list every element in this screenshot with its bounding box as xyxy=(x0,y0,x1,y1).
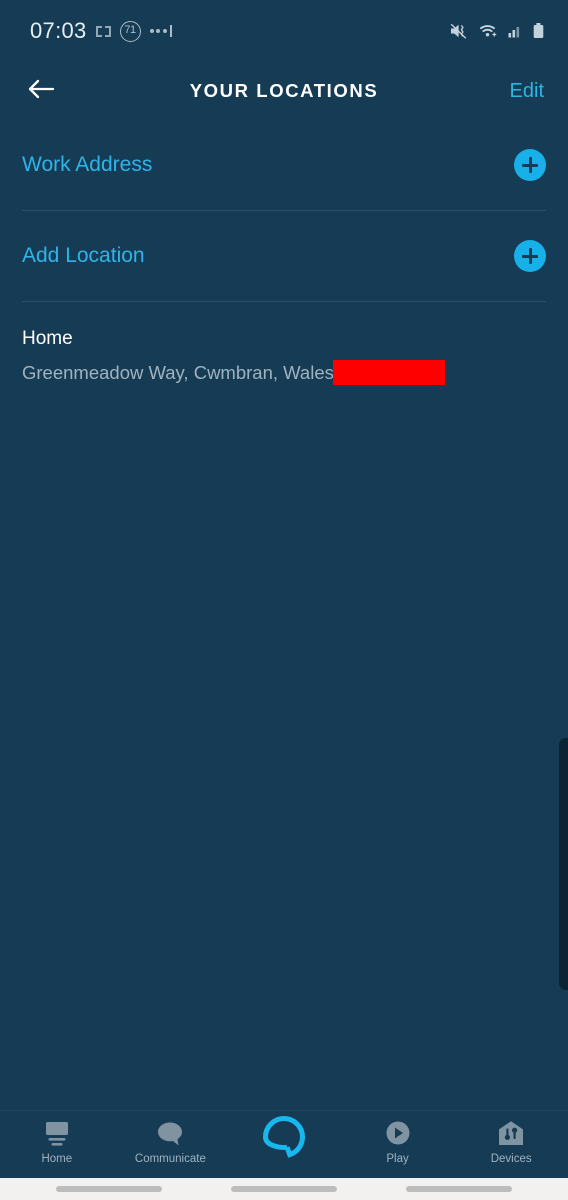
status-clock: 07:03 xyxy=(30,18,87,43)
gesture-pill-back[interactable] xyxy=(56,1186,163,1192)
saved-location-address: Greenmeadow Way, Cwmbran, Wales xyxy=(22,361,334,383)
alexa-ring-icon xyxy=(262,1115,306,1159)
smart-home-icon xyxy=(497,1119,525,1149)
play-circle-icon xyxy=(384,1119,412,1149)
echo-show-icon xyxy=(42,1119,72,1149)
nav-item-label: Devices xyxy=(490,1153,532,1165)
system-gesture-bar xyxy=(0,1178,568,1200)
add-work-address-button[interactable] xyxy=(514,149,546,181)
back-arrow-icon xyxy=(27,77,55,106)
location-row-add-location[interactable]: Add Location xyxy=(0,211,568,301)
bottom-navigation-bar: Home Communicate Play Devices xyxy=(0,1110,568,1178)
more-dots-icon xyxy=(149,25,172,37)
nav-item-label: Communicate xyxy=(134,1153,206,1165)
nav-item-play[interactable]: Play xyxy=(341,1119,455,1165)
cellular-signal-icon xyxy=(508,24,523,38)
location-row-work-address[interactable]: Work Address xyxy=(0,120,568,210)
app-screen: 07:03 71 YOUR LOCATIONS Edit Work Addres… xyxy=(0,0,568,1200)
nav-item-home[interactable]: Home xyxy=(0,1119,114,1165)
status-bar-right xyxy=(450,23,544,39)
speech-bubble-icon xyxy=(156,1119,184,1149)
status-bar-left: 07:03 71 xyxy=(30,18,172,44)
locations-list: Work Address Add Location Home Greenmead… xyxy=(0,120,568,1110)
status-bar: 07:03 71 xyxy=(0,0,568,62)
saved-location-address-row: Greenmeadow Way, Cwmbran, Wales xyxy=(22,360,546,385)
mute-vibrate-icon xyxy=(450,23,469,39)
page-title: YOUR LOCATIONS xyxy=(189,80,379,101)
add-location-button[interactable] xyxy=(514,240,546,272)
title-bar: YOUR LOCATIONS Edit xyxy=(0,62,568,120)
saved-location-home[interactable]: Home Greenmeadow Way, Cwmbran, Wales xyxy=(0,302,568,385)
nav-item-devices[interactable]: Devices xyxy=(454,1119,568,1165)
back-button[interactable] xyxy=(18,68,64,114)
redaction-box xyxy=(332,360,445,385)
gesture-pill-home[interactable] xyxy=(230,1186,337,1192)
saved-location-name: Home xyxy=(22,328,73,349)
battery-icon xyxy=(533,23,544,39)
edge-scroll-handle[interactable] xyxy=(559,738,568,990)
location-row-label: Work Address xyxy=(22,153,153,176)
crop-brackets-icon xyxy=(95,24,111,39)
edit-button[interactable]: Edit xyxy=(508,74,546,109)
nav-item-alexa[interactable] xyxy=(227,1116,341,1163)
nav-item-label: Home xyxy=(41,1153,73,1165)
circle-badge-icon: 71 xyxy=(119,20,141,42)
wifi-icon xyxy=(479,23,498,39)
location-row-label: Add Location xyxy=(22,244,145,267)
nav-item-label: Play xyxy=(386,1153,409,1165)
nav-item-communicate[interactable]: Communicate xyxy=(114,1119,228,1165)
gesture-pill-recents[interactable] xyxy=(405,1186,512,1192)
